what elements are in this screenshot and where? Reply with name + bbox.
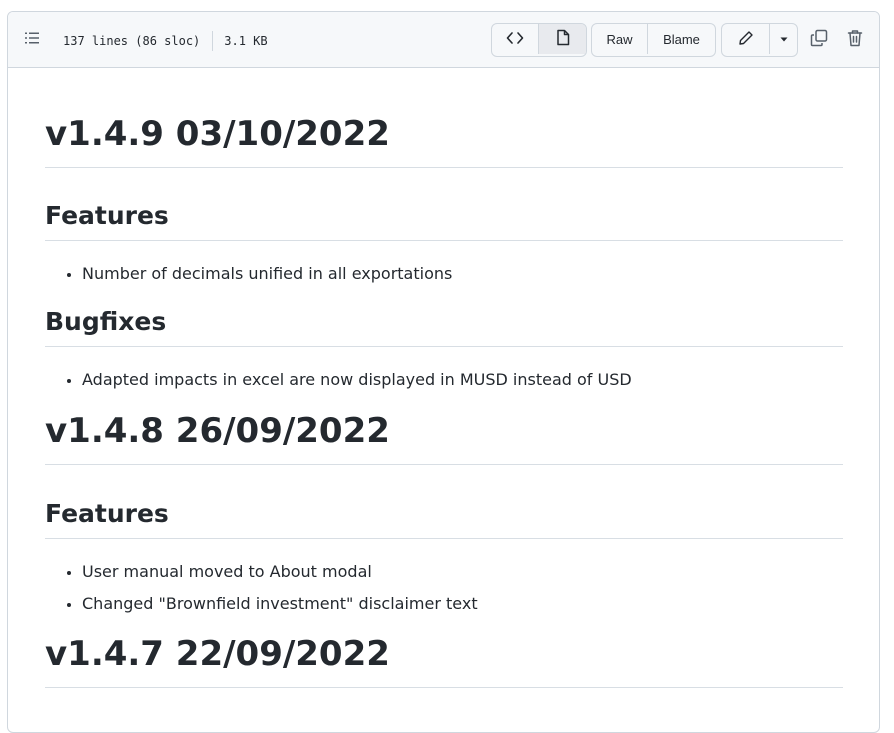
bugfixes-list-v149: Adapted impacts in excel are now display…: [45, 368, 843, 400]
list-item: User manual moved to About modal: [82, 560, 843, 592]
lines-info: 137 lines (86 sloc): [63, 34, 201, 48]
list-unordered-icon[interactable]: [24, 30, 44, 50]
file-icon: [556, 29, 570, 49]
size-info: 3.1 KB: [224, 34, 268, 48]
triangle-down-icon: [779, 32, 789, 47]
release-heading-v147: v1.4.7 22/09/2022: [45, 634, 843, 688]
list-item: Changed "Brownfield investment" disclaim…: [82, 592, 843, 624]
edit-options-button[interactable]: [770, 24, 797, 54]
trash-icon[interactable]: [843, 26, 867, 50]
code-view-button[interactable]: [492, 24, 539, 54]
view-toggle: [491, 23, 587, 57]
edit-button[interactable]: [722, 24, 770, 54]
features-list-v149: Number of decimals unified in all export…: [45, 262, 843, 294]
code-icon: [506, 30, 524, 49]
features-heading-v149: Features: [45, 201, 843, 241]
edit-group: [721, 23, 798, 57]
file-info: 137 lines (86 sloc) 3.1 KB: [63, 31, 268, 51]
pencil-icon: [738, 30, 754, 49]
raw-button[interactable]: Raw: [592, 24, 648, 54]
info-divider: [212, 31, 214, 51]
preview-button[interactable]: [539, 24, 586, 54]
blame-button[interactable]: Blame: [648, 24, 715, 54]
features-list-v148: User manual moved to About modal Changed…: [45, 560, 843, 624]
list-item: Adapted impacts in excel are now display…: [82, 368, 843, 400]
list-item: Number of decimals unified in all export…: [82, 262, 843, 294]
raw-blame-group: Raw Blame: [591, 23, 716, 57]
release-heading-v149: v1.4.9 03/10/2022: [45, 114, 843, 168]
markdown-body: v1.4.9 03/10/2022 Features Number of dec…: [8, 114, 879, 688]
features-heading-v148: Features: [45, 499, 843, 539]
bugfixes-heading-v149: Bugfixes: [45, 307, 843, 347]
release-heading-v148: v1.4.8 26/09/2022: [45, 411, 843, 465]
file-header: 137 lines (86 sloc) 3.1 KB Raw Blame: [8, 12, 879, 68]
copy-icon[interactable]: [807, 26, 831, 50]
file-viewer: 137 lines (86 sloc) 3.1 KB Raw Blame v1.…: [7, 11, 880, 733]
